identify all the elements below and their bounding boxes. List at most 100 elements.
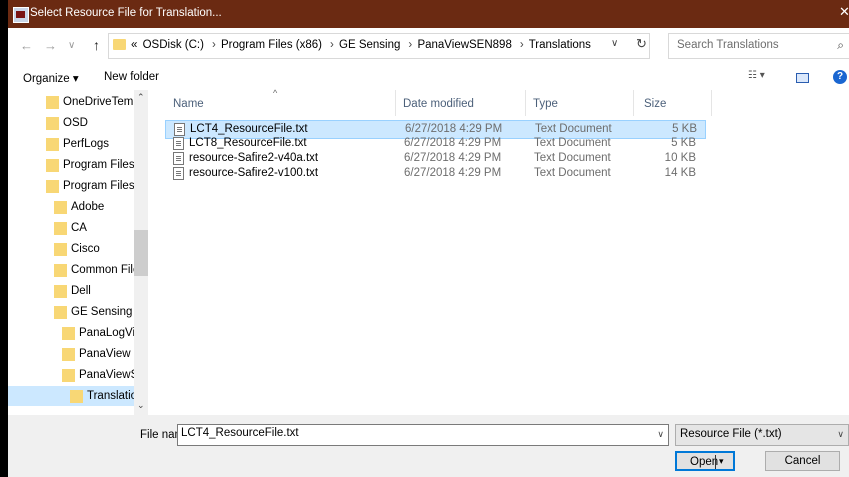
nav-folder-item[interactable]: Dell [8, 281, 134, 301]
open-button[interactable]: Open ▾ [675, 451, 735, 471]
preview-pane-icon[interactable] [796, 73, 809, 83]
folder-icon [46, 117, 59, 130]
breadcrumb: « OSDisk (C:) › Program Files (x86) › GE S… [131, 39, 593, 51]
organize-button[interactable]: Organize ▾ [23, 71, 79, 85]
folder-icon [54, 201, 67, 214]
breadcrumb-separator[interactable]: › [330, 39, 334, 51]
file-name-cell: resource-Safire2-v100.txt [189, 167, 319, 179]
breadcrumb-panaviewsen898[interactable]: PanaViewSEN898 [417, 39, 511, 51]
nav-folder-item[interactable]: OSD [8, 113, 134, 133]
file-type-cell: Text Document [535, 123, 612, 135]
breadcrumb-program-files-x86[interactable]: Program Files (x86) [221, 39, 322, 51]
nav-folder-label: Dell [71, 285, 91, 297]
date-modified-cell: 6/27/2018 4:29 PM [404, 152, 502, 164]
column-header-type[interactable]: Type [525, 90, 625, 118]
column-header-name[interactable]: Name ^ [165, 88, 387, 118]
nav-folder-item[interactable]: GE Sensing [8, 302, 134, 322]
forward-arrow-icon[interactable]: → [44, 38, 57, 53]
file-type-cell: Text Document [534, 137, 611, 149]
file-size-cell: 5 KB [671, 137, 696, 149]
folder-icon [70, 390, 83, 403]
nav-folder-label: Program Files [63, 159, 135, 171]
nav-folder-item[interactable]: PanaViewSE [8, 365, 146, 385]
breadcrumb-separator[interactable]: › [520, 39, 524, 51]
search-input[interactable]: Search Translations ⌕ [668, 33, 849, 59]
refresh-icon[interactable]: ↻ [636, 36, 647, 52]
up-arrow-icon[interactable]: ↑ [93, 37, 100, 53]
folder-icon [62, 348, 75, 361]
nav-folder-item[interactable]: Common File [8, 260, 139, 280]
date-modified-cell: 6/27/2018 4:29 PM [405, 123, 503, 135]
breadcrumb-translations[interactable]: Translations [529, 39, 591, 51]
close-icon[interactable]: ✕ [839, 4, 849, 20]
file-name-input[interactable] [181, 427, 641, 439]
breadcrumb-osdisk[interactable]: OSDisk (C:) [143, 39, 204, 51]
folder-icon [46, 159, 59, 172]
file-size-cell: 5 KB [672, 123, 697, 135]
nav-folder-label: OneDriveTemp [63, 96, 140, 108]
nav-folder-label: Adobe [71, 201, 105, 213]
cancel-button[interactable]: Cancel [765, 451, 840, 471]
file-open-dialog: Select Resource File for Translation... … [8, 0, 849, 477]
scroll-up-icon[interactable]: ⌃ [137, 92, 145, 103]
nav-folder-item[interactable]: Translatior [8, 386, 141, 406]
open-button-label: Open [690, 456, 719, 468]
breadcrumb-overflow[interactable]: « [131, 39, 137, 51]
folder-icon [46, 138, 59, 151]
date-modified-cell: 6/27/2018 4:29 PM [404, 167, 502, 179]
change-view-icon[interactable]: ☷ ▾ [748, 70, 765, 81]
chevron-down-icon[interactable]: ∨ [611, 38, 618, 49]
nav-folder-item[interactable]: CA [8, 218, 134, 238]
file-name-field[interactable]: ∨ [177, 424, 669, 446]
text-file-icon [173, 167, 184, 180]
address-bar[interactable]: « OSDisk (C:) › Program Files (x86) › GE S… [108, 33, 650, 59]
navigation-pane: OneDriveTemp OSD PerfLogs Program Files Prog… [8, 90, 148, 415]
breadcrumb-ge-sensing[interactable]: GE Sensing [339, 39, 400, 51]
nav-folder-item[interactable]: PanaLogVie [8, 323, 141, 343]
open-options-arrow-icon[interactable]: ▾ [719, 456, 724, 467]
folder-icon [54, 306, 67, 319]
column-header-label: Type [533, 98, 558, 110]
nav-folder-item[interactable]: OneDriveTemp [8, 92, 140, 112]
new-folder-button[interactable]: New folder [104, 71, 159, 83]
breadcrumb-separator[interactable]: › [408, 39, 412, 51]
address-row: ← → ∨ ↑ « OSDisk (C:) › Program Files (x8… [8, 28, 849, 64]
column-divider[interactable] [711, 90, 712, 116]
help-icon[interactable]: ? [833, 70, 847, 84]
nav-folder-label: OSD [63, 117, 88, 129]
search-icon[interactable]: ⌕ [837, 38, 844, 53]
folder-icon [54, 264, 67, 277]
file-name-cell: resource-Safire2-v40a.txt [189, 152, 319, 164]
column-header-label: Name [173, 98, 204, 110]
app-icon [13, 7, 29, 23]
nav-folder-item[interactable]: Program Files [8, 155, 135, 175]
chevron-down-icon[interactable]: ∨ [657, 429, 664, 440]
file-type-cell: Text Document [534, 152, 611, 164]
nav-folder-label: Common File [71, 264, 140, 276]
chevron-down-icon[interactable]: ∨ [837, 429, 844, 440]
nav-folder-item[interactable]: Program Files ( [8, 176, 142, 196]
recent-locations-icon[interactable]: ∨ [68, 40, 75, 51]
date-modified-cell: 6/27/2018 4:29 PM [404, 137, 502, 149]
nav-folder-label: PanaLogVie [79, 327, 142, 339]
nav-folder-item[interactable]: PerfLogs [8, 134, 134, 154]
scrollbar-thumb[interactable] [134, 230, 148, 276]
nav-scrollbar[interactable]: ⌃ ⌄ [134, 90, 148, 415]
nav-folder-item[interactable]: Adobe [8, 197, 134, 217]
back-arrow-icon[interactable]: ← [20, 38, 33, 53]
nav-folder-label: Translatior [87, 390, 141, 402]
file-row[interactable]: resource-Safire2-v100.txt 6/27/2018 4:29 … [165, 165, 704, 182]
file-type-select[interactable]: Resource File (*.txt) ∨ [675, 424, 849, 446]
file-type-value: Resource File (*.txt) [680, 428, 782, 440]
breadcrumb-separator[interactable]: › [212, 39, 216, 51]
column-header-date[interactable]: Date modified [395, 90, 525, 118]
search-placeholder: Search Translations [677, 39, 779, 51]
column-header-size[interactable]: Size [633, 90, 703, 118]
window-title: Select Resource File for Translation... [30, 7, 222, 19]
file-name-cell: LCT4_ResourceFile.txt [190, 123, 308, 135]
folder-icon [62, 369, 75, 382]
nav-folder-item[interactable]: PanaView [8, 344, 134, 364]
nav-folder-item[interactable]: Cisco [8, 239, 134, 259]
scroll-down-icon[interactable]: ⌄ [137, 400, 145, 411]
nav-folder-label: Program Files ( [63, 180, 142, 192]
